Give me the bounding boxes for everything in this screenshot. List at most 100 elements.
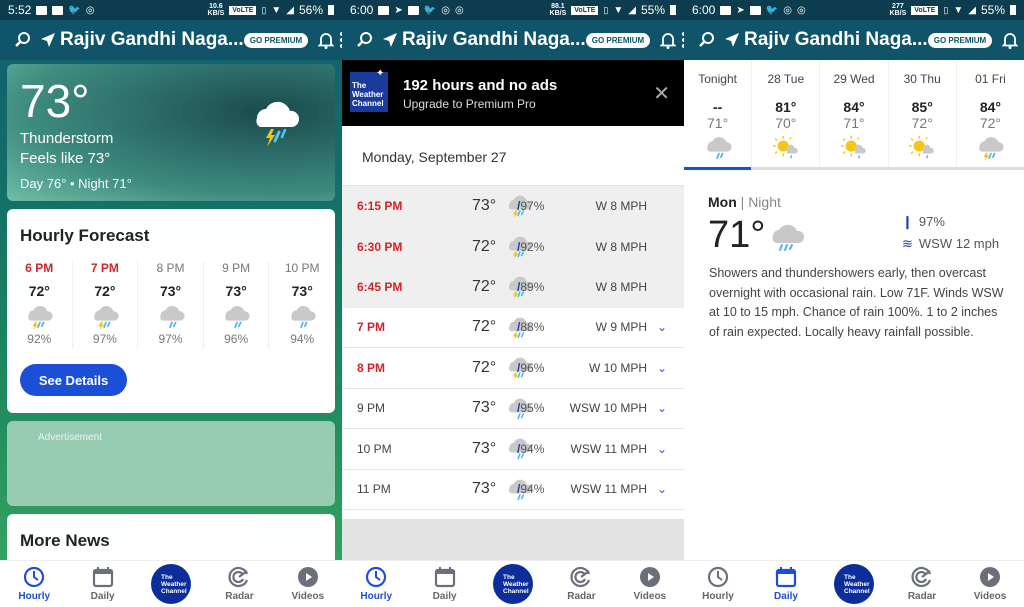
hourly-item[interactable]: 9 PM 73° 96% [204,261,270,349]
nav-hourly[interactable]: Hourly [0,561,68,607]
battery-level: 56% [298,3,323,17]
daily-tab[interactable]: 28 Tue 81° 70° [752,60,821,167]
nav-home-logo[interactable]: The Weather Channel [820,561,888,607]
day-high: -- [712,99,723,115]
detail-heading: Mon | Night [708,194,781,210]
daily-tab[interactable]: 30 Thu 85° 72° [889,60,957,167]
row-time: 9 PM [357,401,386,416]
nav-radar[interactable]: Radar [547,561,615,607]
close-icon[interactable]: ✕ [653,81,670,106]
instagram-icon: ◎ [783,4,792,16]
wifi-icon: ▼ [613,4,624,16]
status-time: 5:52 [8,3,32,17]
hourly-row[interactable]: 7 PM 72° /88% W 9 MPH ⌄ [342,308,684,348]
location-name: Rajiv Gandhi Naga... [744,29,928,50]
nav-daily[interactable]: Daily [410,561,478,607]
rain-icon [159,305,185,329]
nav-daily[interactable]: Daily [752,561,820,607]
chevron-down-icon[interactable]: ⌄ [657,320,667,334]
play-icon [980,567,1000,587]
signal-icon: ◢ [628,4,636,16]
hour-temp: 73° [291,283,313,299]
premium-promo-banner[interactable]: The Weather Channel ✦ 192 hours and no ads… [342,60,684,126]
search-icon[interactable] [14,29,32,51]
location-button[interactable]: Rajiv Gandhi Naga... [40,29,244,51]
battery-level: 55% [640,3,665,17]
nav-videos[interactable]: Videos [274,561,342,607]
search-icon[interactable] [698,29,716,51]
app-bar: Rajiv Gandhi Naga... GO PREMIUM [684,20,1024,60]
hour-label: 8 PM [156,261,185,275]
nav-label: Daily [432,591,457,602]
go-premium-button[interactable]: GO PREMIUM [927,32,993,48]
row-temp: 72° [472,318,497,336]
nav-home-logo[interactable]: The Weather Channel [137,561,205,607]
nav-videos[interactable]: Videos [956,561,1024,607]
promo-subtitle: Upgrade to Premium Pro [403,97,536,111]
nav-videos[interactable]: Videos [616,561,684,607]
go-premium-button[interactable]: GO PREMIUM [585,32,651,48]
row-time: 8 PM [357,360,386,375]
nav-home-logo[interactable]: The Weather Channel [479,561,547,607]
row-wind: WSW 11 MPH [570,482,647,497]
daily-tab[interactable]: 29 Wed 84° 71° [820,60,889,167]
search-icon[interactable] [356,29,374,51]
signal-icon: ◢ [968,4,976,16]
hour-precip: 97% [158,332,183,346]
location-button[interactable]: Rajiv Gandhi Naga... [382,29,586,51]
nav-daily[interactable]: Daily [68,561,136,607]
current-temp: 73° [20,75,90,127]
bottom-nav: Hourly Daily The Weather Channel Radar Videos [0,560,342,607]
bell-icon[interactable] [318,29,335,51]
nav-label: Radar [907,591,937,602]
hourly-item[interactable]: 6 PM 72° 92% [7,261,73,349]
nav-label: Videos [633,591,667,602]
nav-radar[interactable]: Radar [205,561,273,607]
hourly-row[interactable]: 6:15 PM 73° /97% W 8 MPH [342,186,684,227]
advertisement-slot[interactable] [342,519,684,561]
see-details-button[interactable]: See Details [20,364,127,396]
hourly-row[interactable]: 9 PM 73° /95% WSW 10 MPH ⌄ [342,389,684,429]
bell-icon[interactable] [660,29,677,51]
hourly-item[interactable]: 8 PM 73° 97% [138,261,204,349]
advertisement-slot[interactable]: Advertisement [7,421,335,506]
instagram-icon: ◎ [85,4,95,16]
cast-icon [36,5,48,15]
hourly-item[interactable]: 10 PM 73° 94% [269,261,335,349]
status-bar: 6:00 ➤ 🐦 ◎ ◎ 277 KB/S VoLTE ▯ ▼ ◢ 55% [684,0,1024,20]
nav-hourly[interactable]: Hourly [684,561,752,607]
play-icon [639,567,660,587]
network-speed: 277 KB/S [889,3,907,17]
location-button[interactable]: Rajiv Gandhi Naga... [724,29,928,51]
hour-temp: 72° [94,283,116,299]
location-name: Rajiv Gandhi Naga... [402,29,586,50]
hourly-row[interactable]: 6:30 PM 72° /92% W 8 MPH [342,226,684,267]
nav-label: Hourly [702,591,734,602]
hourly-row[interactable]: 8 PM 72° /96% W 10 MPH ⌄ [342,348,684,389]
signal-icon: ◢ [286,4,294,16]
nav-radar[interactable]: Radar [888,561,956,607]
chevron-down-icon[interactable]: ⌄ [657,442,667,456]
chevron-down-icon[interactable]: ⌄ [657,361,667,375]
daily-tab[interactable]: Tonight -- 71° [684,60,753,170]
hour-label: 6 PM [25,261,54,275]
nav-hourly[interactable]: Hourly [342,561,410,607]
row-temp: 72° [472,358,497,376]
go-premium-button[interactable]: GO PREMIUM [243,32,309,48]
bell-icon[interactable] [1002,29,1019,51]
chevron-down-icon[interactable]: ⌄ [657,401,667,415]
radar-icon [570,566,591,588]
hourly-item[interactable]: 7 PM 72° 97% [73,261,139,349]
thunderstorm-icon [979,136,1004,161]
status-bar: 6:00 ➤ 🐦 ◎ ◎ 88.1 KB/S VoLTE ▯ ▼ ◢ 55% [342,0,684,20]
hourly-row[interactable]: 11 PM 73° /94% WSW 11 MPH ⌄ [342,470,684,510]
more-news-title: More News [20,531,110,550]
current-conditions-card[interactable]: 73° Thunderstorm Feels like 73° Day 76° … [7,64,335,201]
status-time: 6:00 [350,3,374,17]
hourly-row[interactable]: 10 PM 73° /94% WSW 11 MPH ⌄ [342,429,684,470]
chevron-down-icon[interactable]: ⌄ [657,482,667,496]
thunderstorm-icon [256,101,300,147]
row-precip: /94% [517,441,545,456]
hourly-row[interactable]: 6:45 PM 72° /89% W 8 MPH [342,267,684,308]
daily-tab[interactable]: 01 Fri 84° 72° [957,60,1024,167]
